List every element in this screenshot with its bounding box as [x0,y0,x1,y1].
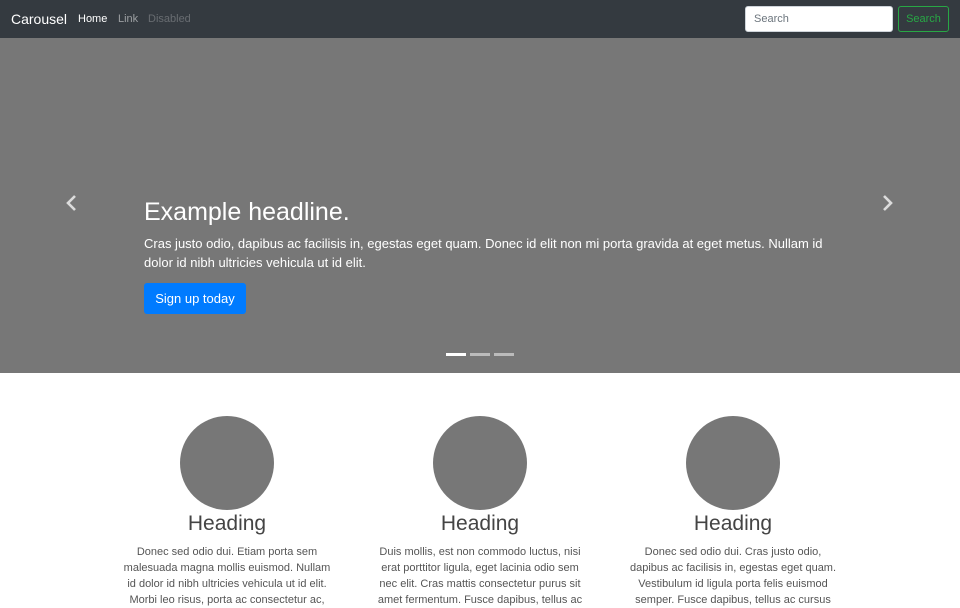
search-button[interactable]: Search [898,6,949,32]
carousel-prev-button[interactable] [62,193,82,213]
hero-carousel: Example headline. Cras justo odio, dapib… [0,38,960,373]
column-text: Donec sed odio dui. Etiam porta sem male… [123,546,331,606]
column-text: Duis mollis, est non commodo luctus, nis… [377,546,583,606]
carousel-headline: Example headline. [144,198,350,226]
column-text: Donec sed odio dui. Cras justo odio, dap… [629,546,837,606]
chevron-left-icon [66,195,76,211]
column-heading: Heading [440,512,520,535]
placeholder-image [180,416,274,510]
column-heading: Heading [693,512,773,535]
chevron-right-icon [883,195,893,211]
placeholder-image [686,416,780,510]
carousel-lead: Cras justo odio, dapibus ac facilisis in… [144,236,823,270]
nav-link-home[interactable]: Home [78,12,107,26]
nav-link-link[interactable]: Link [118,12,138,26]
top-navbar: Carousel Home Link Disabled Search [0,0,960,38]
carousel-next-button[interactable] [877,193,897,213]
navbar-brand[interactable]: Carousel [11,10,67,28]
carousel-indicator-1[interactable] [446,353,466,356]
sign-up-button[interactable]: Sign up today [144,283,246,314]
carousel-indicators [446,353,516,356]
marketing-column: Heading Donec sed odio dui. Cras justo o… [626,416,840,608]
search-input[interactable] [745,6,893,32]
carousel-indicator-3[interactable] [494,353,514,356]
marketing-column: Heading Donec sed odio dui. Etiam porta … [120,416,334,608]
carousel-indicator-2[interactable] [470,353,490,356]
nav-link-disabled: Disabled [148,13,191,25]
marketing-column: Heading Duis mollis, est non commodo luc… [373,416,587,608]
carousel-caption: Example headline. Cras justo odio, dapib… [144,198,824,272]
placeholder-image [433,416,527,510]
column-heading: Heading [187,512,267,535]
